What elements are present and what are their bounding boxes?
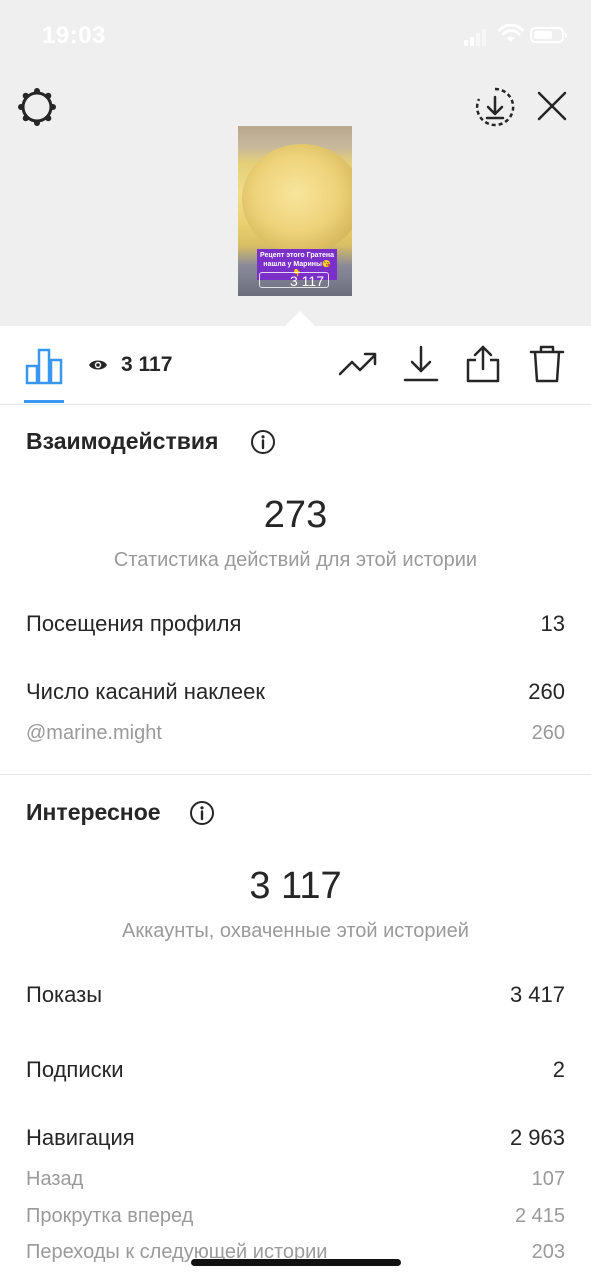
active-tab-indicator <box>24 400 64 403</box>
follows-label: Подписки <box>26 1057 124 1082</box>
profile-visits-value: 13 <box>540 611 565 636</box>
section-divider <box>0 774 591 775</box>
sticker-taps-value: 260 <box>528 679 565 704</box>
next-story-value: 203 <box>531 1241 565 1263</box>
discovery-title: Интересное <box>26 799 161 825</box>
profile-visits-label: Посещения профиля <box>26 611 242 636</box>
mention-sticker-value: 260 <box>531 722 565 744</box>
trash-icon[interactable] <box>528 344 568 384</box>
interactions-total: 273 <box>263 494 328 536</box>
battery-icon <box>530 27 567 43</box>
back-label: Назад <box>26 1168 84 1190</box>
discovery-total: 3 117 <box>249 865 342 907</box>
share-icon[interactable] <box>464 344 504 384</box>
discovery-subtitle: Аккаунты, охваченные этой историей <box>122 920 469 942</box>
story-toolbar: 3 117 <box>0 326 591 405</box>
story-thumbnail[interactable]: Рецепт этого Гратена нашла у Марины😘 👇 3… <box>238 126 352 296</box>
save-story-icon[interactable] <box>474 86 516 128</box>
status-bar: 19:03 <box>0 0 591 72</box>
eye-icon <box>89 360 107 370</box>
preview-pointer <box>284 311 316 327</box>
views-count: 3 117 <box>121 353 173 376</box>
home-indicator[interactable] <box>191 1259 401 1266</box>
battery-level <box>534 31 552 39</box>
follows-value: 2 <box>552 1057 565 1082</box>
wifi-icon <box>498 24 524 42</box>
forward-taps-value: 2 415 <box>514 1205 565 1227</box>
info-icon[interactable] <box>250 429 276 455</box>
trend-icon[interactable] <box>338 344 378 384</box>
close-icon[interactable] <box>534 88 570 124</box>
settings-icon[interactable] <box>16 86 58 128</box>
story-preview-area: 19:03 Рецепт этого Гратена нашла у Марин… <box>0 0 591 327</box>
back-value: 107 <box>531 1168 565 1190</box>
navigation-label: Навигация <box>26 1125 135 1150</box>
story-image-dish <box>242 144 352 254</box>
cellular-signal-icon <box>464 28 490 46</box>
bar-chart-icon[interactable] <box>24 346 64 386</box>
forward-taps-label: Прокрутка вперед <box>26 1205 194 1227</box>
impressions-value: 3 417 <box>509 982 565 1007</box>
interactions-subtitle: Статистика действий для этой истории <box>113 549 478 571</box>
info-icon[interactable] <box>189 800 215 826</box>
story-views-label: 3 117 <box>259 272 329 289</box>
download-icon[interactable] <box>402 344 442 384</box>
navigation-value: 2 963 <box>509 1125 565 1150</box>
sticker-taps-label: Число касаний наклеек <box>26 679 265 704</box>
impressions-label: Показы <box>26 982 103 1007</box>
interactions-title: Взаимодействия <box>26 428 219 454</box>
status-time: 19:03 <box>42 22 106 49</box>
mention-sticker-label: @marine.might <box>26 722 162 744</box>
